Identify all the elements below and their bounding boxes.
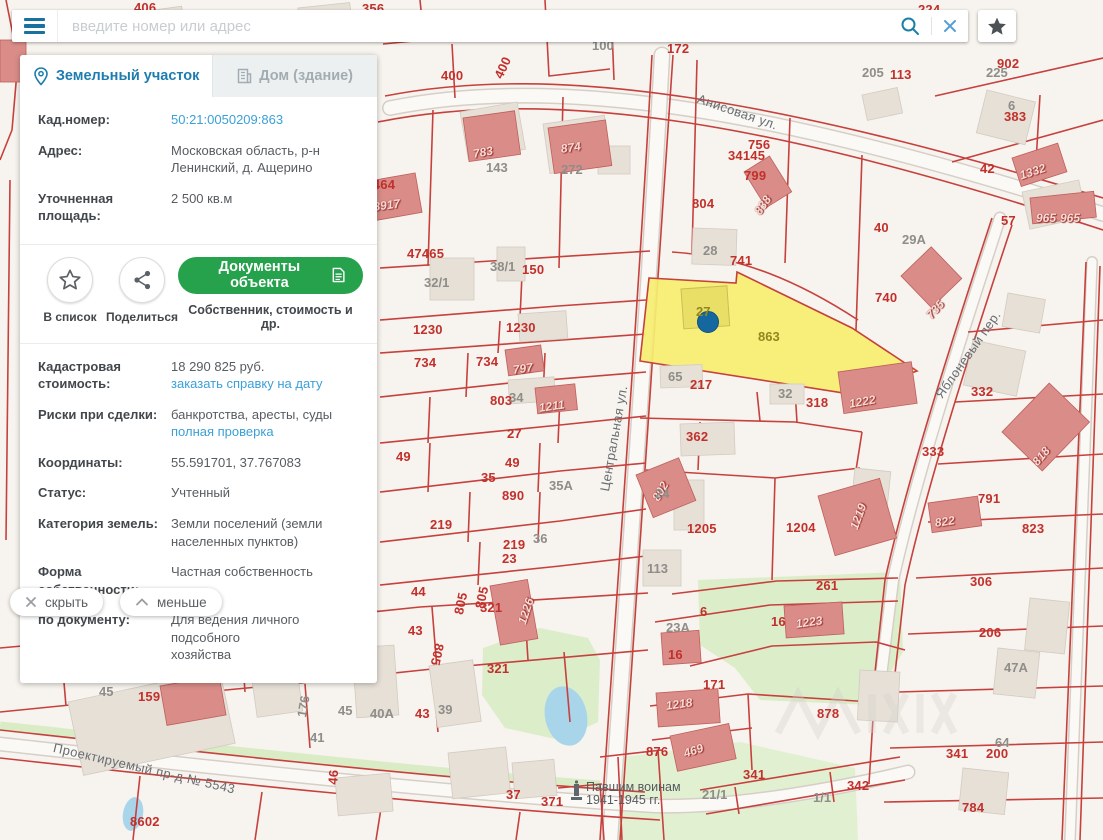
building-icon (237, 68, 252, 84)
field-value: банкротства, аресты, судыполная проверка (171, 406, 332, 441)
field-label: Адрес: (38, 142, 171, 177)
info-row: Кад.номер:50:21:0050209:863 (38, 111, 363, 129)
field-label: Риски при сделки: (38, 406, 171, 441)
hamburger-icon (24, 18, 45, 22)
documents-button-label: Документы объекта (196, 259, 323, 291)
share-action: Поделиться (106, 257, 178, 324)
share-icon (133, 270, 152, 290)
documents-subtitle: Собственник, стоимость и др. (178, 303, 363, 331)
info-row: Координаты:55.591701, 37.767083 (38, 454, 363, 472)
add-to-list-action: В список (34, 257, 106, 324)
field-value: Учтенный (171, 484, 230, 502)
field-label: Кад.номер: (38, 111, 171, 129)
add-to-list-label: В список (34, 310, 106, 324)
field-link[interactable]: 50:21:0050209:863 (171, 112, 283, 127)
field-value: 55.591701, 37.767083 (171, 454, 301, 472)
field-label: Статус: (38, 484, 171, 502)
field-label: Уточненная площадь: (38, 190, 171, 225)
star-outline-icon (59, 269, 81, 290)
selected-parcel-marker[interactable] (698, 312, 719, 333)
documents-button[interactable]: Документы объекта (178, 257, 363, 294)
hamburger-icon (24, 24, 45, 28)
favorites-button[interactable] (978, 10, 1016, 42)
field-label: Кадастровая стоимость: (38, 358, 171, 393)
hamburger-icon (24, 31, 45, 35)
info-row: Адрес:Московская область, р-нЛенинский, … (38, 142, 363, 177)
field-value: 18 290 825 руб.заказать справку на дату (171, 358, 323, 393)
share-label: Поделиться (106, 310, 178, 324)
hide-panel-button[interactable]: скрыть (10, 588, 103, 616)
tab-label: Земельный участок (56, 68, 200, 84)
info-row: Категория земель:Земли поселений (землин… (38, 515, 363, 550)
field-label: по документу: (38, 611, 171, 664)
collapse-panel-label: меньше (157, 595, 207, 610)
field-value: 50:21:0050209:863 (171, 111, 283, 129)
field-value: Земли поселений (землинаселенных пунктов… (171, 515, 322, 550)
field-value: Для ведения личного подсобногохозяйства (171, 611, 363, 664)
hide-panel-label: скрыть (45, 595, 88, 610)
info-row: Уточненная площадь:2 500 кв.м (38, 190, 363, 225)
share-button[interactable] (119, 257, 165, 303)
field-link[interactable]: заказать справку на дату (171, 375, 323, 393)
field-link[interactable]: полная проверка (171, 423, 332, 441)
cadastral-map-app: Анисовая ул.Центральная ул.Яблоневый пер… (0, 0, 1103, 840)
field-value: Московская область, р-нЛенинский, д. Аще… (171, 142, 320, 177)
search-bar (12, 10, 968, 42)
parcel-main-fields: Кад.номер:50:21:0050209:863Адрес:Московс… (20, 97, 377, 244)
field-label: Категория земель: (38, 515, 171, 550)
search-icon (899, 15, 921, 37)
info-row: Риски при сделки:банкротства, аресты, су… (38, 406, 363, 441)
clear-search-button[interactable] (932, 10, 968, 42)
add-to-list-button[interactable] (47, 257, 93, 303)
chevron-up-icon (135, 597, 149, 607)
search-button[interactable] (889, 10, 931, 42)
documents-action: Документы объекта Собственник, стоимость… (178, 257, 363, 331)
close-icon (942, 18, 958, 34)
tab-label: Дом (здание) (259, 68, 353, 84)
panel-tabs: Земельный участок Дом (здание) (20, 55, 377, 97)
star-icon (987, 17, 1007, 36)
collapse-panel-button[interactable]: меньше (120, 588, 222, 616)
info-row: Кадастровая стоимость:18 290 825 руб.зак… (38, 358, 363, 393)
close-icon (25, 596, 37, 608)
field-label: Координаты: (38, 454, 171, 472)
document-icon (332, 266, 345, 284)
tab-building[interactable]: Дом (здание) (212, 55, 377, 97)
parcel-detail-fields: Кадастровая стоимость:18 290 825 руб.зак… (20, 344, 377, 683)
menu-button[interactable] (12, 10, 58, 42)
info-row: Статус:Учтенный (38, 484, 363, 502)
info-row: по документу:Для ведения личного подсобн… (38, 611, 363, 664)
tab-land-parcel[interactable]: Земельный участок (20, 55, 212, 97)
search-input[interactable] (58, 18, 889, 35)
location-pin-icon (33, 67, 49, 86)
panel-actions: В список Поделиться Документы объекта (20, 244, 377, 344)
field-value: 2 500 кв.м (171, 190, 232, 225)
